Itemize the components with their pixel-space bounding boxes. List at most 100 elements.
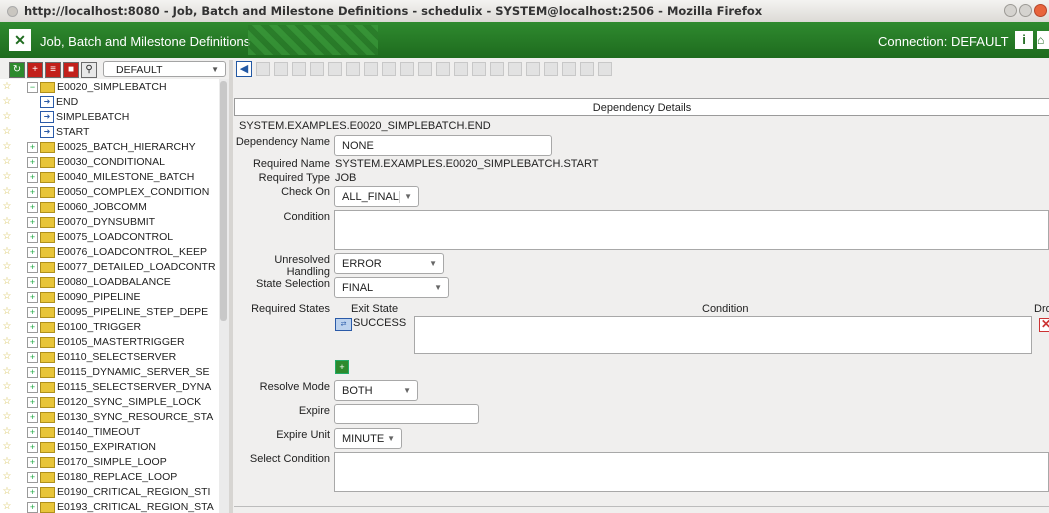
tree-item[interactable]: + E0077_DETAILED_LOADCONTR	[27, 260, 216, 275]
expand-icon[interactable]: +	[27, 201, 38, 213]
expand-icon[interactable]: +	[27, 171, 38, 183]
bookmark-star-icon[interactable]: ☆	[0, 274, 14, 289]
tree-item[interactable]: + E0140_TIMEOUT	[27, 425, 140, 440]
bookmark-star-icon[interactable]: ☆	[0, 79, 14, 94]
tree-item[interactable]: + E0130_SYNC_RESOURCE_STA	[27, 410, 213, 425]
maximize-icon[interactable]	[1019, 4, 1032, 17]
bookmark-star-icon[interactable]: ☆	[0, 154, 14, 169]
tree-item[interactable]: + E0120_SYNC_SIMPLE_LOCK	[27, 395, 201, 410]
new-icon[interactable]: +	[27, 62, 43, 78]
tree-view-icon[interactable]: ≡	[45, 62, 61, 78]
back-icon[interactable]: ◀	[236, 61, 252, 77]
unresolved-handling-select[interactable]: ERROR ▼	[334, 253, 444, 274]
expand-icon[interactable]: +	[27, 291, 38, 303]
tree-scrollbar[interactable]	[219, 79, 229, 513]
bookmark-star-icon[interactable]: ☆	[0, 244, 14, 259]
expand-icon[interactable]: +	[27, 231, 38, 243]
expand-icon[interactable]: +	[27, 366, 38, 378]
tree-item[interactable]: + E0025_BATCH_HIERARCHY	[27, 140, 196, 155]
scrollbar-thumb[interactable]	[220, 81, 227, 321]
dependency-name-input[interactable]: NONE	[334, 135, 552, 156]
tree-item[interactable]: + E0190_CRITICAL_REGION_STI	[27, 485, 210, 500]
select-condition-textarea[interactable]	[334, 452, 1049, 492]
check-on-select[interactable]: ALL_FINAL ▼	[334, 186, 419, 207]
bookmark-star-icon[interactable]: ☆	[0, 499, 14, 513]
tree-item[interactable]: + E0110_SELECTSERVER	[27, 350, 176, 365]
expand-icon[interactable]: +	[27, 471, 38, 483]
expand-icon[interactable]: +	[27, 381, 38, 393]
home-button[interactable]: ⌂	[1037, 31, 1049, 49]
state-selection-select[interactable]: FINAL ▼	[334, 277, 449, 298]
expand-icon[interactable]: +	[27, 411, 38, 423]
info-button[interactable]: i	[1015, 31, 1033, 49]
tree-item[interactable]: + E0180_REPLACE_LOOP	[27, 470, 177, 485]
bookmark-star-icon[interactable]: ☆	[0, 139, 14, 154]
search-icon[interactable]: ⚲	[81, 62, 97, 78]
drop-icon[interactable]: ✕	[1039, 318, 1049, 332]
tree-item[interactable]: + E0115_SELECTSERVER_DYNA	[27, 380, 211, 395]
bookmark-star-icon[interactable]: ☆	[0, 229, 14, 244]
bookmark-star-icon[interactable]: ☆	[0, 214, 14, 229]
expand-icon[interactable]: +	[27, 456, 38, 468]
bookmark-star-icon[interactable]: ☆	[0, 454, 14, 469]
tree-item[interactable]: + E0040_MILESTONE_BATCH	[27, 170, 194, 185]
expand-icon[interactable]: +	[27, 321, 38, 333]
tree-item[interactable]: + E0105_MASTERTRIGGER	[27, 335, 185, 350]
tree-item[interactable]: + E0060_JOBCOMM	[27, 200, 147, 215]
bookmark-star-icon[interactable]: ☆	[0, 289, 14, 304]
tree-item[interactable]: + E0095_PIPELINE_STEP_DEPE	[27, 305, 208, 320]
refresh-icon[interactable]: ↻	[9, 62, 25, 78]
bookmark-star-icon[interactable]: ☆	[0, 304, 14, 319]
expand-icon[interactable]: +	[27, 156, 38, 168]
tree-item[interactable]: − E0020_SIMPLEBATCH	[27, 80, 167, 95]
resolve-mode-select[interactable]: BOTH ▼	[334, 380, 418, 401]
tree-item[interactable]: + E0075_LOADCONTROL	[27, 230, 173, 245]
tree-item[interactable]: + E0080_LOADBALANCE	[27, 275, 171, 290]
bookmark-star-icon[interactable]: ☆	[0, 469, 14, 484]
bookmark-star-icon[interactable]: ☆	[0, 364, 14, 379]
expand-icon[interactable]: +	[27, 246, 38, 258]
minimize-icon[interactable]	[1004, 4, 1017, 17]
bookmark-star-icon[interactable]: ☆	[0, 334, 14, 349]
bookmark-star-icon[interactable]: ☆	[0, 109, 14, 124]
bookmark-star-icon[interactable]: ☆	[0, 484, 14, 499]
expand-icon[interactable]: +	[27, 216, 38, 228]
expand-icon[interactable]: +	[27, 276, 38, 288]
expire-unit-select[interactable]: MINUTE ▼	[334, 428, 402, 449]
condition-textarea[interactable]	[334, 210, 1049, 250]
bookmark-star-icon[interactable]: ☆	[0, 379, 14, 394]
expand-icon[interactable]: +	[27, 396, 38, 408]
bookmark-star-icon[interactable]: ☆	[0, 259, 14, 274]
bookmark-star-icon[interactable]: ☆	[0, 349, 14, 364]
bookmark-star-icon[interactable]: ☆	[0, 199, 14, 214]
tree-item[interactable]: + E0100_TRIGGER	[27, 320, 141, 335]
expand-icon[interactable]: +	[27, 141, 38, 153]
bookmark-star-icon[interactable]: ☆	[0, 424, 14, 439]
expand-icon[interactable]: +	[27, 351, 38, 363]
bookmark-star-icon[interactable]: ☆	[0, 94, 14, 109]
expand-icon[interactable]: +	[27, 336, 38, 348]
bookmark-star-icon[interactable]: ☆	[0, 439, 14, 454]
environment-select[interactable]: DEFAULT ▼	[103, 61, 226, 77]
state-condition-textarea[interactable]	[414, 316, 1032, 354]
tree-item[interactable]: ➜ START	[40, 125, 89, 140]
collapse-icon[interactable]: −	[27, 81, 38, 93]
tree-item[interactable]: + E0030_CONDITIONAL	[27, 155, 165, 170]
bookmark-star-icon[interactable]: ☆	[0, 124, 14, 139]
bookmark-star-icon[interactable]: ☆	[0, 394, 14, 409]
tree-item[interactable]: + E0070_DYNSUBMIT	[27, 215, 155, 230]
expand-icon[interactable]: +	[27, 426, 38, 438]
expand-icon[interactable]: +	[27, 186, 38, 198]
bookmark-star-icon[interactable]: ☆	[0, 319, 14, 334]
expand-icon[interactable]: +	[27, 441, 38, 453]
pane-splitter[interactable]	[229, 60, 233, 513]
tree-item[interactable]: + E0170_SIMPLE_LOOP	[27, 455, 167, 470]
expire-input[interactable]	[334, 404, 479, 424]
lock-icon[interactable]: ■	[63, 62, 79, 78]
tree-item[interactable]: + E0090_PIPELINE	[27, 290, 140, 305]
tree-item[interactable]: + E0076_LOADCONTROL_KEEP	[27, 245, 207, 260]
expand-icon[interactable]: +	[27, 261, 38, 273]
bookmark-star-icon[interactable]: ☆	[0, 409, 14, 424]
tree-item[interactable]: ➜ SIMPLEBATCH	[40, 110, 129, 125]
add-state-icon[interactable]: +	[335, 360, 349, 374]
